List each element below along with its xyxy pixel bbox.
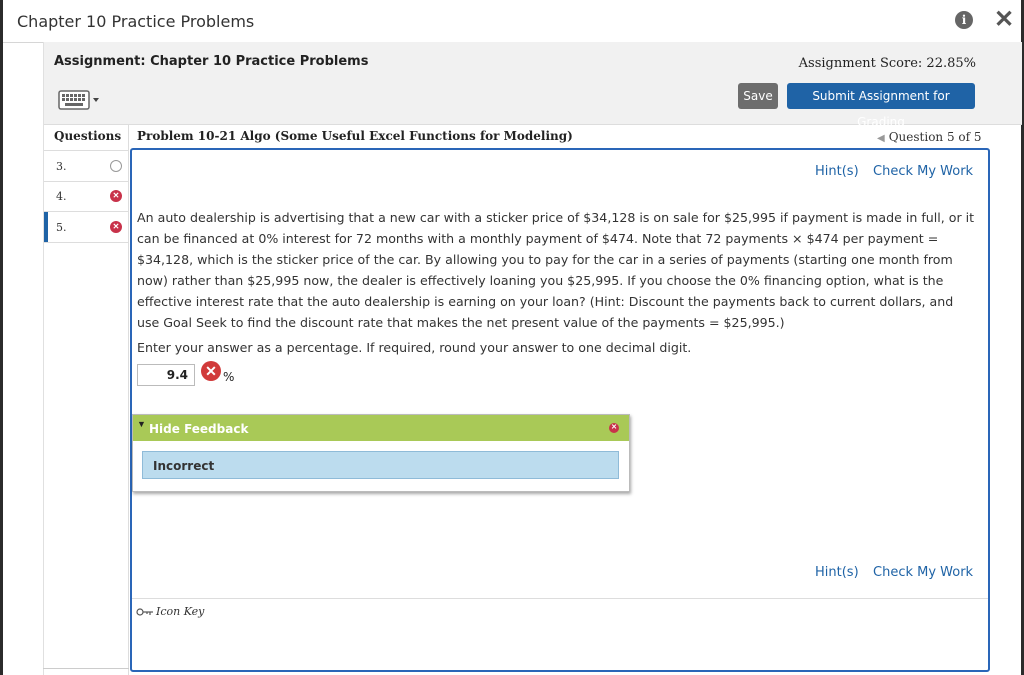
question-item-4[interactable]: 4. ✕ <box>44 181 128 212</box>
divider <box>132 598 988 599</box>
check-my-work-link-bottom[interactable]: Check My Work <box>873 565 973 580</box>
incorrect-icon: ✕ <box>110 190 122 202</box>
question-number: 4. <box>56 190 67 203</box>
active-indicator <box>44 212 48 242</box>
problem-text: An auto dealership is advertising that a… <box>137 210 975 330</box>
window-title: Chapter 10 Practice Problems <box>17 12 255 31</box>
icon-key-link[interactable]: Icon Key <box>136 605 204 618</box>
question-position: Question 5 of 5 <box>888 130 982 144</box>
hints-link-bottom[interactable]: Hint(s) <box>815 565 859 580</box>
close-icon[interactable]: ✕ <box>991 6 1017 34</box>
title-bar: Chapter 10 Practice Problems i ✕ <box>3 0 1021 43</box>
keyboard-icon[interactable] <box>58 88 102 112</box>
question-number: 5. <box>56 221 67 234</box>
assignment-title: Assignment: Chapter 10 Practice Problems <box>54 54 369 69</box>
answer-instruction: Enter your answer as a percentage. If re… <box>137 340 692 355</box>
problem-content: Hint(s) Check My Work An auto dealership… <box>130 148 990 672</box>
feedback-result-text: Incorrect <box>153 459 215 473</box>
sidebar-bottom-line <box>43 668 129 669</box>
answer-input[interactable]: 9.4 <box>137 364 195 386</box>
icon-key-label: Icon Key <box>156 605 205 618</box>
feedback-header[interactable]: ▼ Hide Feedback ✕ <box>133 415 629 441</box>
close-feedback-icon[interactable]: ✕ <box>609 423 619 433</box>
check-my-work-link[interactable]: Check My Work <box>873 164 973 179</box>
previous-arrow-icon[interactable]: ◀ <box>877 133 885 144</box>
assignment-score: Assignment Score: 22.85% <box>798 56 976 71</box>
save-button[interactable]: Save <box>738 83 778 109</box>
assignment-window: Chapter 10 Practice Problems i ✕ Assignm… <box>3 0 1022 675</box>
assignment-header: Assignment: Chapter 10 Practice Problems… <box>43 42 1022 129</box>
hints-link[interactable]: Hint(s) <box>815 164 859 179</box>
submit-assignment-button[interactable]: Submit Assignment for Grading <box>787 83 975 129</box>
questions-sidebar: Questions 3. 4. ✕ 5. ✕ <box>43 124 129 675</box>
feedback-panel: ▼ Hide Feedback ✕ Incorrect <box>132 414 630 492</box>
hide-feedback-toggle[interactable]: Hide Feedback <box>149 422 248 436</box>
question-navigation[interactable]: ◀ Question 5 of 5 <box>877 130 982 144</box>
feedback-result: Incorrect <box>142 451 619 479</box>
questions-header: Questions <box>54 129 122 143</box>
key-icon <box>136 608 153 616</box>
info-icon[interactable]: i <box>955 11 973 29</box>
problem-title: Problem 10-21 Algo (Some Useful Excel Fu… <box>137 129 573 143</box>
collapse-triangle-icon: ▼ <box>137 419 146 429</box>
incorrect-icon: ✕ <box>110 221 122 233</box>
percent-unit: % <box>223 370 235 384</box>
question-number: 3. <box>56 160 67 173</box>
not-attempted-icon <box>110 160 122 172</box>
question-item-3[interactable]: 3. <box>44 150 128 182</box>
incorrect-answer-icon: ✕ <box>201 361 221 381</box>
question-item-5[interactable]: 5. ✕ <box>44 212 128 243</box>
